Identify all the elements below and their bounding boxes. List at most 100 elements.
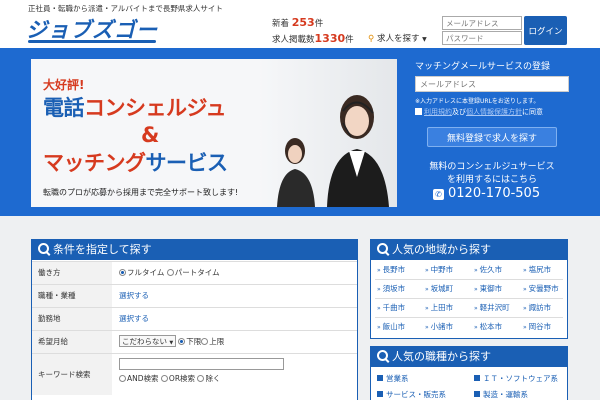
matching-mail-box: マッチングメールサービスの登録 ※入力アドレスに本登録URLをお送りします。 利… [407,59,577,207]
parttime-radio[interactable] [166,269,174,276]
location-label: 勤務地 [32,308,112,330]
region-link[interactable]: » 長野市 [377,264,405,275]
phone-number[interactable]: ✆ 0120-170-505 [433,186,540,201]
region-link-label: 諏訪市 [528,303,552,312]
salary-select[interactable]: こだわらない ▼ [119,335,177,347]
search-icon [377,350,388,361]
terms-link[interactable]: 利用規約 [424,108,452,116]
region-link[interactable]: » 坂城町 [425,283,453,294]
region-link[interactable]: » 飯山市 [377,321,405,332]
chevron-right-icon: » [523,305,527,312]
privacy-link[interactable]: 個人情報保護方針 [466,108,522,116]
or-label: OR検索 [168,374,196,383]
region-link[interactable]: » 塩尻市 [523,264,551,275]
region-link-label: 岡谷市 [528,322,552,331]
salary-max-radio[interactable] [201,338,209,345]
region-link[interactable]: » 軽井沢町 [474,302,510,313]
region-link[interactable]: » 安曇野市 [523,283,559,294]
parttime-label: パートタイム [174,268,220,277]
chevron-right-icon: » [523,324,527,331]
condition-search-header: 条件を指定して探す [32,240,357,260]
job-category-label: 営業系 [386,374,409,383]
job-category-link[interactable]: サービス・販売系 [377,389,446,400]
region-link[interactable]: » 松本市 [474,321,502,332]
chevron-right-icon: » [377,324,381,331]
search-icon: ⚲ [368,34,375,44]
salary-max-label: 上限 [209,337,225,346]
operator-illustration [277,95,389,207]
chevron-right-icon: » [425,324,429,331]
chevron-right-icon: » [377,305,381,312]
region-link-label: 中野市 [430,265,454,274]
chevron-right-icon: » [425,305,429,312]
and-label: AND検索 [127,374,159,383]
region-link[interactable]: » 千曲市 [377,302,405,313]
condition-search-panel: 条件を指定して探す 働き方 フルタイム パートタイム 職種・業種 選択する 勤務… [31,239,358,400]
matching-mail-title: マッチングメールサービスの登録 [415,62,551,72]
job-type-select-link[interactable]: 選択する [119,291,149,300]
new-jobs-stat: 新着 253件 [272,16,323,29]
region-link-label: 千曲市 [382,303,406,312]
banner-headline-2b: サービス [145,151,229,175]
region-link[interactable]: » 須坂市 [377,283,405,294]
popular-job-title: 人気の職種から探す [392,350,491,363]
region-link-label: 飯山市 [382,322,406,331]
region-link-label: 坂城町 [430,284,454,293]
matching-email-input[interactable] [415,76,569,92]
fulltime-radio[interactable] [119,269,126,276]
agree-and: 及び [452,108,466,116]
region-link-label: 小諸市 [430,322,454,331]
find-jobs-link[interactable]: ⚲ 求人を探す ▼ [368,32,427,44]
salary-min-radio[interactable] [178,338,186,345]
region-link[interactable]: » 岡谷市 [523,321,551,332]
agree-row: 利用規約及び個人情報保護方針に同意 [415,107,543,117]
job-category-link[interactable]: ＩＴ・ソフトウェア系 [474,373,558,384]
chevron-down-icon: ▼ [422,36,427,43]
concierge-banner[interactable]: 大好評! 電話コンシェルジュ & マッチングサービス 転職のプロが応募から採用ま… [31,59,397,207]
grid-divider [375,317,563,318]
search-icon [377,243,388,254]
agree-checkbox[interactable] [415,108,422,115]
chevron-right-icon: » [474,267,478,274]
chevron-right-icon: » [523,286,527,293]
job-category-link[interactable]: 営業系 [377,373,409,384]
region-link[interactable]: » 中野市 [425,264,453,275]
login-password-input[interactable] [442,31,522,45]
banner-ampersand: & [141,123,160,147]
banner-headline-2a: マッチング [43,151,146,175]
chevron-right-icon: » [474,324,478,331]
region-link[interactable]: » 小諸市 [425,321,453,332]
new-jobs-unit: 件 [314,19,324,29]
keyword-input[interactable] [119,358,284,370]
chevron-right-icon: » [474,286,478,293]
popular-region-header: 人気の地域から探す [371,240,567,260]
search-icon [38,243,49,254]
free-register-button[interactable]: 無料登録で求人を探す [427,127,557,147]
category-icon [377,375,383,381]
job-category-link[interactable]: 製造・運輸系 [474,389,528,400]
or-radio[interactable] [160,375,168,382]
region-link[interactable]: » 東御市 [474,283,502,294]
exclude-radio[interactable] [197,375,205,382]
concierge-text-1: 無料のコンシェルジュサービス [429,162,555,172]
find-jobs-label: 求人を探す [376,34,420,44]
exclude-label: 除く [205,374,221,383]
login-email-input[interactable] [442,16,522,30]
new-jobs-label: 新着 [272,19,290,29]
concierge-text-2: を利用するにはこちら [446,175,537,185]
work-style-label: 働き方 [32,262,112,284]
region-link[interactable]: » 諏訪市 [523,302,551,313]
region-link-label: 塩尻市 [528,265,552,274]
region-link-label: 安曇野市 [528,284,559,293]
total-jobs-stat: 求人掲載数1330件 [272,32,354,45]
location-select-link[interactable]: 選択する [119,314,149,323]
matching-note: ※入力アドレスに本登録URLをお送りします。 [415,98,540,105]
region-link[interactable]: » 上田市 [425,302,453,313]
phone-icon: ✆ [433,189,444,200]
and-radio[interactable] [119,375,126,382]
job-category-label: 製造・運輸系 [483,390,528,399]
work-style-options: フルタイム パートタイム [119,262,220,284]
login-button[interactable]: ログイン [524,16,567,45]
region-link[interactable]: » 佐久市 [474,264,502,275]
total-jobs-unit: 件 [345,35,354,45]
